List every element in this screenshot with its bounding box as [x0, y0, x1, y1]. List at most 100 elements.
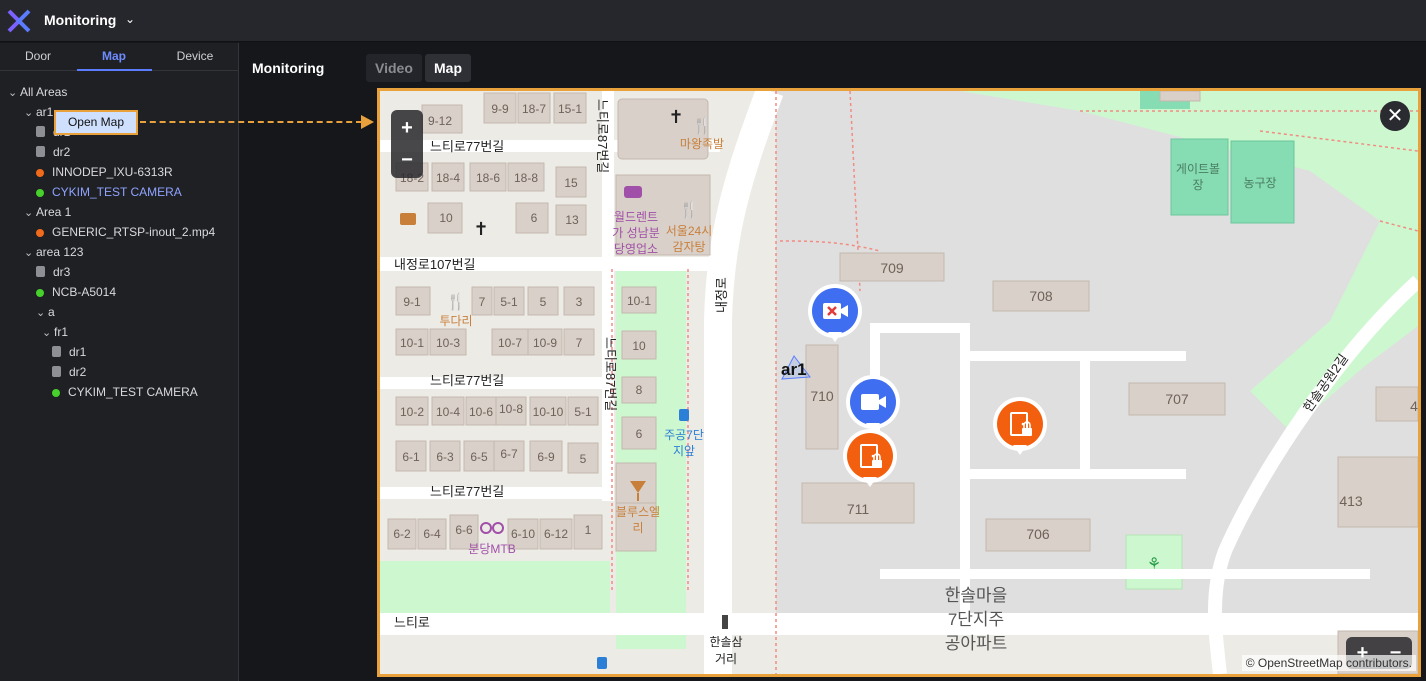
tree-item-fr1-cykim-camera[interactable]: CYKIM_TEST CAMERA: [52, 384, 198, 400]
svg-text:4: 4: [1410, 398, 1418, 414]
door-icon: [52, 366, 61, 377]
svg-text:10-8: 10-8: [499, 402, 523, 416]
tree-item-area-1[interactable]: ⌄ Area 1: [24, 204, 71, 220]
chevron-down-icon[interactable]: ⌄: [24, 205, 36, 221]
app-title[interactable]: Monitoring: [44, 12, 116, 28]
tab-map[interactable]: Map: [76, 49, 152, 63]
tree-item-ar1[interactable]: ⌄ ar1: [24, 104, 53, 120]
svg-text:10-7: 10-7: [498, 336, 522, 350]
svg-text:분당MTB: 분당MTB: [468, 542, 515, 556]
svg-text:18-6: 18-6: [476, 171, 500, 185]
svg-text:6-2: 6-2: [393, 527, 411, 541]
svg-text:주공7단: 주공7단: [664, 428, 704, 442]
svg-text:8: 8: [636, 383, 643, 397]
area-label: ar1: [781, 360, 807, 379]
svg-text:10-1: 10-1: [400, 336, 424, 350]
svg-text:서울24시: 서울24시: [666, 224, 712, 238]
restaurant-icon: 🍴: [679, 200, 699, 219]
close-map-button[interactable]: ✕: [1380, 101, 1410, 131]
tree-item-fr1-dr2[interactable]: dr2: [52, 364, 86, 380]
tree-item-area-123[interactable]: ⌄ area 123: [24, 244, 83, 260]
door-locked-marker[interactable]: [993, 397, 1047, 455]
svg-text:블루스엘: 블루스엘: [616, 505, 660, 519]
svg-text:10-6: 10-6: [469, 405, 493, 419]
svg-text:6-12: 6-12: [544, 527, 568, 541]
svg-text:18-7: 18-7: [522, 102, 546, 116]
svg-text:5: 5: [580, 452, 587, 466]
chevron-down-icon[interactable]: ⌄: [125, 12, 135, 26]
sidebar-tabs: Door Map Device: [0, 43, 239, 71]
open-map-button[interactable]: Open Map: [54, 110, 138, 135]
tree-item-fr1[interactable]: ⌄ fr1: [42, 324, 68, 340]
svg-text:거리: 거리: [715, 652, 737, 666]
chevron-down-icon[interactable]: ⌄: [36, 305, 48, 321]
svg-text:느티로77번길: 느티로77번길: [430, 484, 504, 499]
svg-text:게이트볼: 게이트볼: [1176, 162, 1220, 176]
camera-error-marker[interactable]: [808, 284, 862, 342]
svg-text:10-9: 10-9: [533, 336, 557, 350]
map-zoom-control: + −: [391, 110, 423, 178]
svg-text:15-1: 15-1: [558, 102, 582, 116]
svg-text:내정로: 내정로: [714, 277, 729, 313]
svg-text:느티로77번길: 느티로77번길: [430, 139, 504, 154]
car-rental-icon: [624, 186, 642, 198]
svg-text:투다리: 투다리: [439, 314, 472, 328]
tree-item-dr2[interactable]: dr2: [36, 144, 70, 160]
door-lock-icon: [1010, 412, 1032, 436]
svg-text:7단지주: 7단지주: [948, 610, 1004, 629]
svg-text:5-1: 5-1: [500, 295, 518, 309]
zoom-out-button[interactable]: −: [391, 144, 423, 176]
chevron-down-icon[interactable]: ⌄: [42, 325, 54, 341]
traffic-signal-icon: [722, 615, 728, 629]
content-title: Monitoring: [252, 60, 325, 76]
svg-text:6: 6: [636, 427, 643, 441]
chevron-down-icon[interactable]: ⌄: [8, 85, 20, 101]
svg-text:10-3: 10-3: [436, 336, 460, 350]
status-ok-icon: [36, 289, 44, 297]
svg-text:6-10: 6-10: [511, 527, 535, 541]
tree-item-a[interactable]: ⌄ a: [36, 304, 55, 320]
svg-text:장: 장: [1192, 178, 1203, 192]
camera-marker[interactable]: [846, 375, 900, 433]
svg-text:6-4: 6-4: [423, 527, 441, 541]
tree-item-dr3[interactable]: dr3: [36, 264, 70, 280]
tree-item-cykim-camera[interactable]: CYKIM_TEST CAMERA: [36, 184, 182, 200]
tab-map-view[interactable]: Map: [425, 54, 471, 82]
door-icon: [36, 146, 45, 157]
svg-text:5-1: 5-1: [574, 405, 592, 419]
status-ok-icon: [52, 389, 60, 397]
svg-text:10-4: 10-4: [436, 405, 460, 419]
tree-item-all-areas[interactable]: ⌄ All Areas: [8, 84, 67, 100]
svg-text:6-7: 6-7: [500, 447, 518, 461]
svg-text:가 성남분: 가 성남분: [612, 226, 660, 240]
chevron-down-icon[interactable]: ⌄: [24, 245, 36, 261]
status-error-icon: [36, 229, 44, 237]
tab-video[interactable]: Video: [366, 54, 422, 82]
svg-text:당영업소: 당영업소: [614, 242, 658, 256]
tree-item-generic-rtsp[interactable]: GENERIC_RTSP-inout_2.mp4: [36, 224, 215, 240]
svg-text:내정로107번길: 내정로107번길: [394, 257, 476, 272]
map-canvas[interactable]: 9-9 18-7 15-1 9-12 18-2 18-4 18-6 18-8 15 10 6 1…: [380, 91, 1418, 674]
zoom-in-button[interactable]: +: [391, 112, 423, 144]
tree-item-fr1-dr1[interactable]: dr1: [52, 344, 86, 360]
tree-item-ncb-a5014[interactable]: NCB-A5014: [36, 284, 116, 300]
svg-text:10: 10: [439, 211, 453, 225]
chevron-down-icon[interactable]: ⌄: [24, 105, 36, 121]
svg-text:느티로: 느티로: [394, 615, 430, 630]
svg-text:413: 413: [1339, 493, 1363, 509]
callout-arrow-head: [361, 115, 374, 129]
map-view[interactable]: 9-9 18-7 15-1 9-12 18-2 18-4 18-6 18-8 15 10 6 1…: [377, 88, 1421, 677]
camera-off-icon: [823, 303, 848, 319]
tree-item-innodep[interactable]: INNODEP_IXU-6313R: [36, 164, 173, 180]
map-attribution[interactable]: © OpenStreetMap contributors.: [1241, 655, 1416, 671]
svg-text:느티로87번길: 느티로87번길: [595, 99, 610, 173]
svg-text:18-8: 18-8: [514, 171, 538, 185]
tab-device[interactable]: Device: [157, 49, 233, 63]
restaurant-icon: 🍴: [692, 116, 712, 135]
svg-text:706: 706: [1026, 526, 1050, 542]
svg-text:지앞: 지앞: [673, 444, 695, 458]
svg-text:3: 3: [576, 295, 583, 309]
door-locked-marker[interactable]: [843, 429, 897, 487]
tab-door[interactable]: Door: [0, 49, 76, 63]
svg-text:18-4: 18-4: [436, 171, 460, 185]
